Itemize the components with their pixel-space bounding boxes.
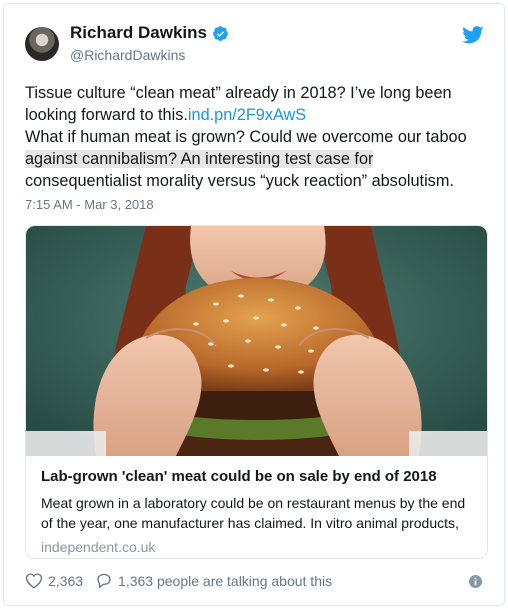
tweet-timestamp[interactable]: 7:15 AM - Mar 3, 2018 [25,197,154,212]
info-icon[interactable] [469,575,482,588]
speech-bubble-icon[interactable] [95,572,113,589]
tweet-text-line3: consequentialist morality versus “yuck r… [25,172,454,190]
tweet-text-line2: What if human meat is grown? Could we ov… [25,128,467,146]
card-body: Lab-grown 'clean' meat could be on sale … [41,467,476,555]
article-link[interactable]: ind.pn/2F9xAwS [188,106,306,124]
tweet-card: Richard Dawkins @RichardDawkins Tissue c… [3,3,505,606]
avatar[interactable] [25,27,59,61]
card-title[interactable]: Lab-grown 'clean' meat could be on sale … [41,467,476,487]
like-count[interactable]: 2,363 [48,573,83,589]
author-name[interactable]: Richard Dawkins [70,23,207,43]
author-handle[interactable]: @RichardDawkins [70,47,229,63]
card-image [26,226,487,456]
verified-badge-icon [213,25,228,41]
link-preview-card[interactable]: Lab-grown 'clean' meat could be on sale … [25,225,488,559]
conversation-count[interactable]: 1,363 people are talking about this [118,573,332,589]
tweet-actions: 2,363 1,363 people are talking about thi… [25,572,332,589]
card-domain: independent.co.uk [41,539,156,555]
author-block: Richard Dawkins @RichardDawkins [70,23,229,63]
tweet-text: Tissue culture “clean meat” already in 2… [25,82,490,192]
twitter-bird-icon[interactable] [462,26,484,44]
highlighted-text: against cannibalism? An interesting test… [25,150,374,168]
card-description: Meat grown in a laboratory could be on r… [41,495,466,531]
name-row: Richard Dawkins [70,23,229,43]
heart-icon[interactable] [25,572,43,589]
